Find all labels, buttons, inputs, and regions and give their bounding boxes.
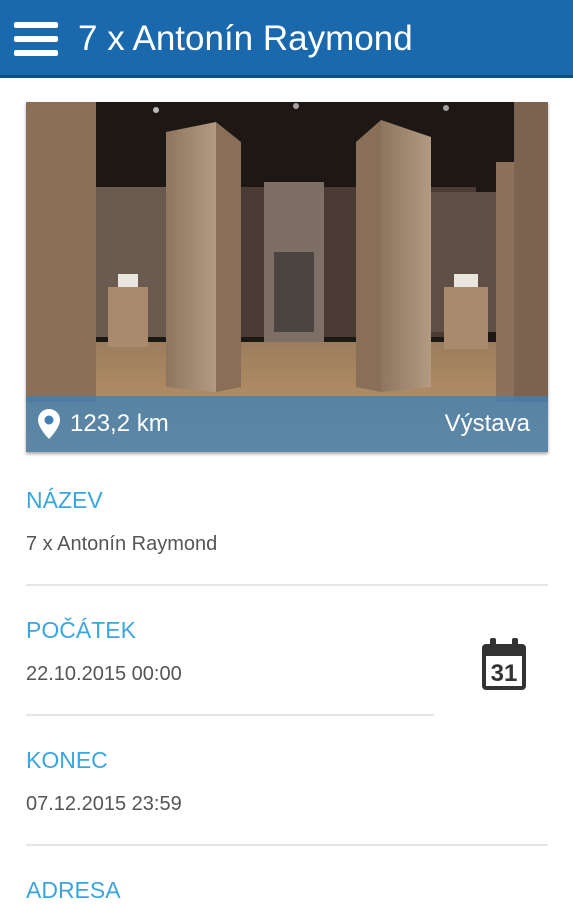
- field-start-label: POČÁTEK: [26, 617, 136, 643]
- field-start-value: 22.10.2015 00:00: [26, 663, 182, 685]
- divider: [26, 714, 434, 716]
- map-pin-icon: [38, 409, 60, 439]
- field-end-label: KONEC: [26, 747, 108, 773]
- divider: [26, 844, 548, 846]
- field-end: KONEC 07.12.2015 23:59: [26, 746, 182, 816]
- field-name: NÁZEV 7 x Antonín Raymond: [26, 486, 217, 556]
- hamburger-menu-icon[interactable]: [14, 22, 58, 56]
- page-title: 7 x Antonín Raymond: [78, 19, 413, 58]
- calendar-icon[interactable]: 31: [480, 636, 528, 692]
- field-end-value: 07.12.2015 23:59: [26, 793, 182, 815]
- calendar-day: 31: [491, 660, 518, 687]
- divider: [26, 584, 548, 586]
- field-start: POČÁTEK 22.10.2015 00:00: [26, 616, 182, 686]
- field-name-label: NÁZEV: [26, 487, 103, 513]
- app-bar: 7 x Antonín Raymond: [0, 0, 573, 78]
- hero-info-bar: 123,2 km Výstava: [26, 396, 548, 452]
- distance-label: 123,2 km: [70, 410, 169, 437]
- category-label: Výstava: [444, 410, 530, 437]
- event-photo[interactable]: 123,2 km Výstava: [26, 102, 548, 452]
- field-name-value: 7 x Antonín Raymond: [26, 533, 218, 555]
